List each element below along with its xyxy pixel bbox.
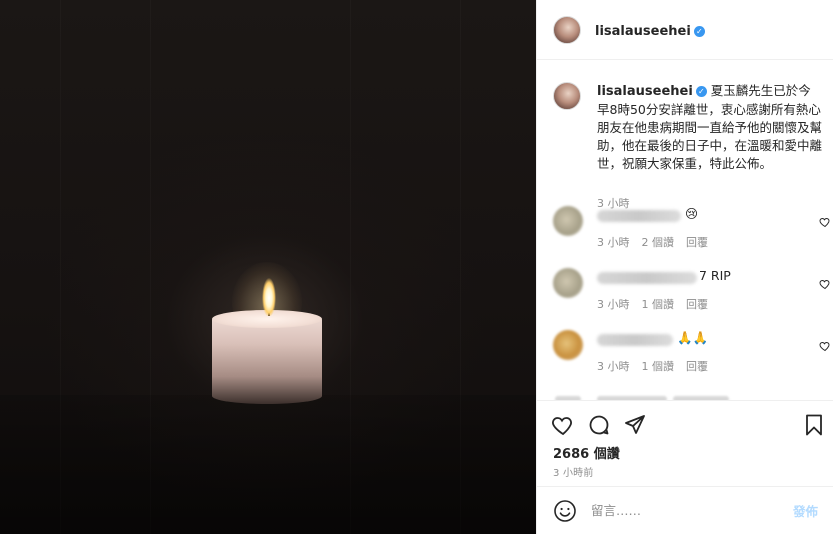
comment-text: 🙏🙏 xyxy=(677,330,709,345)
photo-floor-shadow xyxy=(0,395,536,534)
post-photo-candle[interactable] xyxy=(0,0,536,534)
blurred-commenter-name xyxy=(597,210,681,222)
post-actions: 2686 個讚 3 小時前 xyxy=(537,400,833,486)
share-icon[interactable] xyxy=(623,413,647,437)
commenter-avatar[interactable] xyxy=(553,206,583,236)
caption-avatar[interactable] xyxy=(553,82,581,110)
candle xyxy=(212,310,322,404)
comment-meta: 3 小時 1 個讚 回覆 xyxy=(597,358,720,374)
author-name-wrap: lisalauseehei ✓ xyxy=(595,20,705,39)
blurred-commenter-name xyxy=(597,272,697,284)
comments-section[interactable]: lisalauseehei ✓ 夏玉麟先生已於今早8時50分安詳離世，衷心感謝所有… xyxy=(537,60,833,400)
comment-input[interactable] xyxy=(591,503,793,518)
instagram-post: lisalauseehei ✓ lisalauseehei ✓ 夏玉麟先生已於今早8… xyxy=(0,0,833,534)
posted-time[interactable]: 3 小時前 xyxy=(553,464,594,479)
bookmark-icon[interactable] xyxy=(802,413,826,437)
author-username[interactable]: lisalauseehei xyxy=(595,24,691,39)
comment-time: 3 小時 xyxy=(597,298,630,311)
add-comment-bar: 發佈 xyxy=(537,486,833,534)
caption-text-block: lisalauseehei ✓ 夏玉麟先生已於今早8時50分安詳離世，衷心感謝所有… xyxy=(597,82,823,173)
caption-username[interactable]: lisalauseehei xyxy=(597,84,693,99)
reply-button[interactable]: 回覆 xyxy=(686,298,708,311)
comment-item: 7 RIP 3 小時 1 個讚 回覆 xyxy=(553,268,830,318)
comment-like-heart-icon[interactable] xyxy=(819,278,831,290)
comment-likes[interactable]: 2 個讚 xyxy=(642,236,675,249)
comment-like-heart-icon[interactable] xyxy=(819,216,831,228)
verified-badge-icon: ✓ xyxy=(693,26,705,37)
comment-text: 😢 xyxy=(685,206,699,221)
emoji-icon[interactable] xyxy=(553,499,577,523)
post-side-panel: lisalauseehei ✓ lisalauseehei ✓ 夏玉麟先生已於今早8… xyxy=(536,0,833,534)
commenter-avatar[interactable] xyxy=(553,268,583,298)
likes-count[interactable]: 2686 個讚 xyxy=(553,443,620,462)
commenter-avatar[interactable] xyxy=(553,330,583,360)
verified-badge-icon: ✓ xyxy=(695,86,707,97)
comment-item: 😢 3 小時 2 個讚 回覆 xyxy=(553,206,830,256)
comment-meta: 3 小時 1 個讚 回覆 xyxy=(597,296,720,312)
post-header: lisalauseehei ✓ xyxy=(537,0,833,60)
comment-icon[interactable] xyxy=(587,413,611,437)
like-heart-icon[interactable] xyxy=(551,413,575,437)
comment-text: 7 RIP xyxy=(699,268,731,283)
comment-item: 🙏🙏 3 小時 1 個讚 回覆 xyxy=(553,330,830,380)
reply-button[interactable]: 回覆 xyxy=(686,360,708,373)
comment-time: 3 小時 xyxy=(597,360,630,373)
comment-likes[interactable]: 1 個讚 xyxy=(642,298,675,311)
comment-time: 3 小時 xyxy=(597,236,630,249)
blurred-commenter-name xyxy=(597,334,673,346)
comment-meta: 3 小時 2 個讚 回覆 xyxy=(597,234,720,250)
reply-button[interactable]: 回覆 xyxy=(686,236,708,249)
comment-likes[interactable]: 1 個讚 xyxy=(642,360,675,373)
comment-like-heart-icon[interactable] xyxy=(819,340,831,352)
author-avatar[interactable] xyxy=(553,15,581,44)
post-comment-button[interactable]: 發佈 xyxy=(793,501,818,520)
